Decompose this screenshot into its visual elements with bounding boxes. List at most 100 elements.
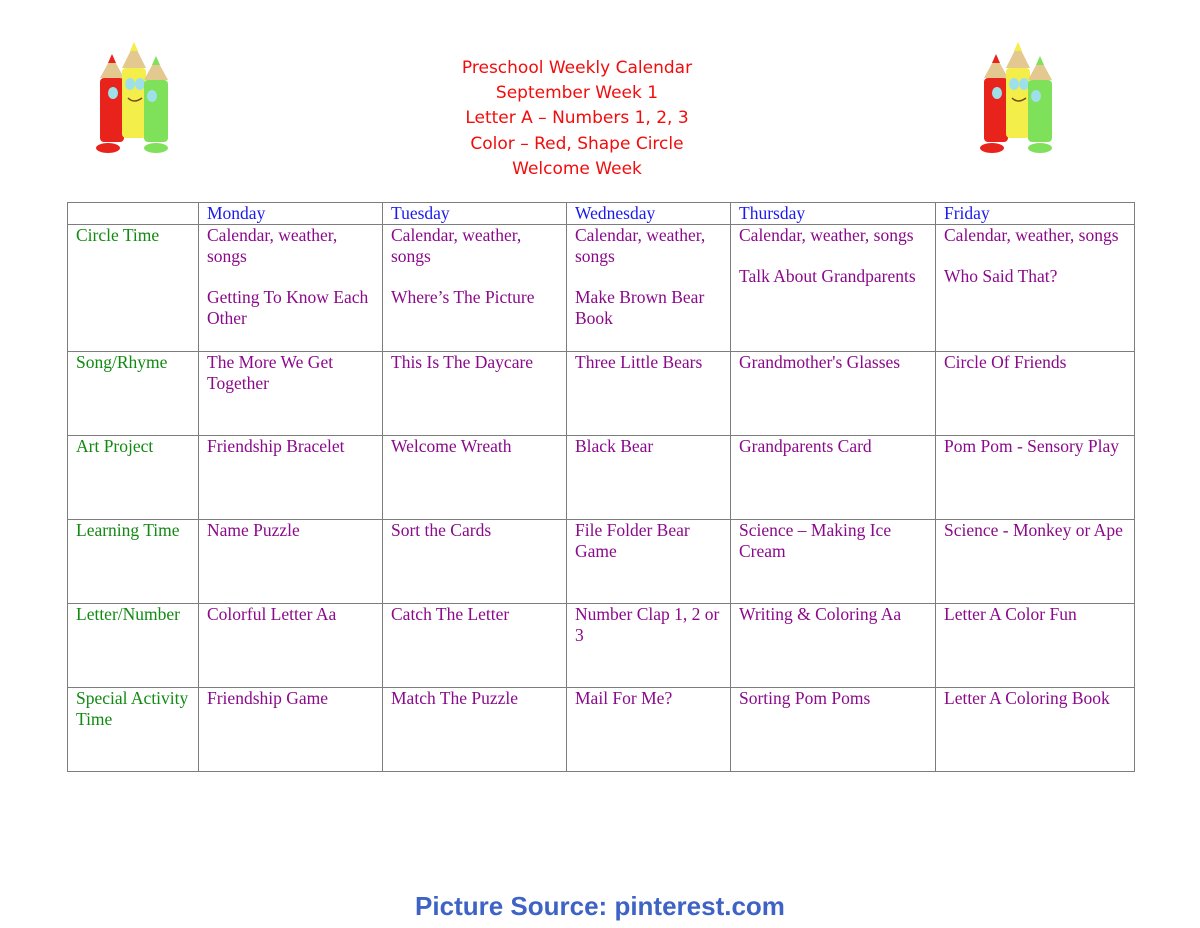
activity-cell: Friendship Bracelet bbox=[198, 435, 383, 520]
title-line: Letter A – Numbers 1, 2, 3 bbox=[465, 108, 689, 129]
activity-text: Calendar, weather, songs bbox=[391, 225, 522, 266]
day-header: Friday bbox=[935, 202, 1135, 225]
title-line: September Week 1 bbox=[495, 83, 659, 104]
activity-text: Grandparents Card bbox=[739, 436, 872, 456]
red-crayon bbox=[96, 54, 124, 153]
green-crayon bbox=[144, 56, 168, 153]
activity-cell: Name Puzzle bbox=[198, 519, 383, 604]
activity-text: Talk About Grandparents bbox=[739, 266, 916, 286]
activity-cell: Black Bear bbox=[566, 435, 731, 520]
activity-text: The More We Get Together bbox=[207, 352, 334, 393]
activity-text: Catch The Letter bbox=[391, 604, 510, 624]
activity-text: Sort the Cards bbox=[391, 520, 492, 540]
activity-text: Getting To Know Each Other bbox=[207, 287, 369, 328]
activity-cell: Number Clap 1, 2 or 3 bbox=[566, 603, 731, 688]
activity-cell: Sorting Pom Poms bbox=[730, 687, 936, 772]
activity-text: Science – Making Ice Cream bbox=[739, 520, 892, 561]
activity-cell: Science - Monkey or Ape bbox=[935, 519, 1135, 604]
activity-text: This Is The Daycare bbox=[391, 352, 534, 372]
activity-text: Who Said That? bbox=[944, 266, 1058, 286]
yellow-crayon bbox=[1006, 42, 1030, 138]
activity-cell: Three Little Bears bbox=[566, 351, 731, 436]
activity-text: Writing & Coloring Aa bbox=[739, 604, 902, 624]
activity-text: Calendar, weather, songs bbox=[575, 225, 706, 266]
activity-cell: Grandparents Card bbox=[730, 435, 936, 520]
activity-cell: File Folder Bear Game bbox=[566, 519, 731, 604]
title-line: Preschool Weekly Calendar bbox=[461, 58, 693, 78]
activity-text: Letter A Color Fun bbox=[944, 604, 1077, 624]
activity-text: Calendar, weather, songs bbox=[739, 225, 914, 245]
activity-text: Colorful Letter Aa bbox=[207, 604, 337, 624]
activity-cell: Grandmother's Glasses bbox=[730, 351, 936, 436]
crayon-characters-icon bbox=[96, 42, 168, 153]
activity-cell: This Is The Daycare bbox=[382, 351, 567, 436]
activity-text: Sorting Pom Poms bbox=[739, 688, 871, 708]
activity-cell: Calendar, weather, songs Make Brown Bear … bbox=[566, 224, 731, 352]
activity-text: File Folder Bear Game bbox=[575, 520, 690, 561]
activity-cell: Colorful Letter Aa bbox=[198, 603, 383, 688]
activity-cell: Calendar, weather, songs Getting To Know … bbox=[198, 224, 383, 352]
table-row: Song/Rhyme The More We Get Together This I… bbox=[67, 351, 1135, 436]
activity-cell: The More We Get Together bbox=[198, 351, 383, 436]
activity-text: Pom Pom - Sensory Play bbox=[944, 436, 1120, 456]
calendar-title: Preschool Weekly Calendar September Week… bbox=[400, 56, 754, 182]
activity-cell: Calendar, weather, songs Who Said That? bbox=[935, 224, 1135, 352]
activity-cell: Pom Pom - Sensory Play bbox=[935, 435, 1135, 520]
activity-text: Letter A Coloring Book bbox=[944, 688, 1110, 708]
row-label: Learning Time bbox=[67, 519, 199, 604]
red-crayon bbox=[980, 54, 1008, 153]
table-row: Learning Time Name Puzzle Sort the Cards Fi… bbox=[67, 519, 1135, 604]
day-header: Wednesday bbox=[566, 202, 731, 225]
day-header: Thursday bbox=[730, 202, 936, 225]
picture-source: Picture Source: pinterest.com bbox=[415, 891, 785, 921]
activity-cell: Letter A Color Fun bbox=[935, 603, 1135, 688]
activity-text: Mail For Me? bbox=[575, 688, 673, 708]
activity-text: Science - Monkey or Ape bbox=[944, 520, 1123, 540]
row-label: Special Activity Time bbox=[67, 687, 199, 772]
table-row: Circle Time Calendar, weather, songs Getti… bbox=[67, 224, 1135, 352]
activity-cell: Sort the Cards bbox=[382, 519, 567, 604]
activity-text: Friendship Bracelet bbox=[207, 436, 345, 456]
activity-cell: Calendar, weather, songs Talk About Grand… bbox=[730, 224, 936, 352]
activity-text: Black Bear bbox=[575, 436, 654, 456]
day-header-row: Monday Tuesday Wednesday Thursday Friday bbox=[67, 202, 1135, 225]
activity-cell: Circle Of Friends bbox=[935, 351, 1135, 436]
activity-cell: Friendship Game bbox=[198, 687, 383, 772]
activity-text: Circle Of Friends bbox=[944, 352, 1067, 372]
day-header: Tuesday bbox=[382, 202, 567, 225]
activity-text: Friendship Game bbox=[207, 688, 329, 708]
activity-text: Make Brown Bear Book bbox=[575, 287, 705, 328]
green-crayon bbox=[1028, 56, 1052, 153]
activity-cell: Science – Making Ice Cream bbox=[730, 519, 936, 604]
activity-text: Three Little Bears bbox=[575, 352, 703, 372]
activity-cell: Catch The Letter bbox=[382, 603, 567, 688]
table-row: Art Project Friendship Bracelet Welcome Wr… bbox=[67, 435, 1135, 520]
corner-cell bbox=[67, 202, 199, 225]
title-line: Welcome Week bbox=[512, 158, 642, 179]
table-row: Special Activity Time Friendship Game Matc… bbox=[67, 687, 1135, 772]
activity-text: Calendar, weather, songs bbox=[207, 225, 338, 266]
activity-cell: Match The Puzzle bbox=[382, 687, 567, 772]
activity-text: Where’s The Picture bbox=[391, 287, 535, 307]
activity-cell: Letter A Coloring Book bbox=[935, 687, 1135, 772]
table-row: Letter/Number Colorful Letter Aa Catch The… bbox=[67, 603, 1135, 688]
day-header: Monday bbox=[198, 202, 383, 225]
activity-cell: Calendar, weather, songs Where’s The Pict… bbox=[382, 224, 567, 352]
row-label: Art Project bbox=[67, 435, 199, 520]
activity-cell: Mail For Me? bbox=[566, 687, 731, 772]
activity-text: Grandmother's Glasses bbox=[739, 352, 901, 372]
row-label: Circle Time bbox=[67, 224, 199, 352]
row-label: Song/Rhyme bbox=[67, 351, 199, 436]
activity-text: Match The Puzzle bbox=[391, 688, 518, 708]
activity-text: Number Clap 1, 2 or 3 bbox=[575, 604, 720, 645]
row-label: Letter/Number bbox=[67, 603, 199, 688]
activity-cell: Writing & Coloring Aa bbox=[730, 603, 936, 688]
crayon-characters-icon bbox=[980, 42, 1052, 153]
weekly-calendar-table: Monday Tuesday Wednesday Thursday Friday… bbox=[67, 202, 1135, 772]
yellow-crayon bbox=[122, 42, 146, 138]
activity-text: Welcome Wreath bbox=[391, 436, 512, 456]
